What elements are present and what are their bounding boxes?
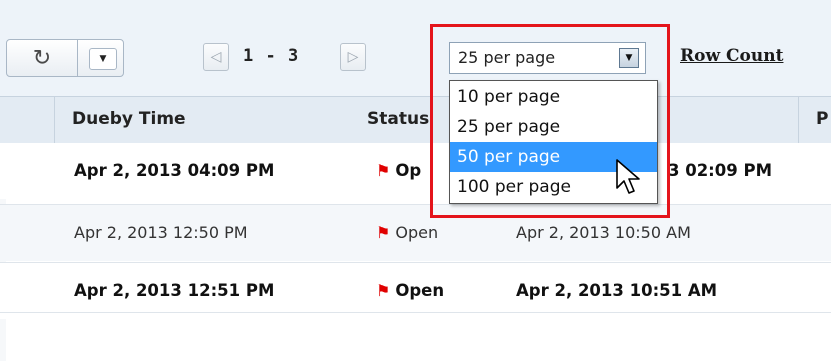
header-next-column[interactable]: P bbox=[816, 109, 828, 129]
table-row[interactable]: Apr 2, 2013 12:51 PM ⚑ Open Apr 2, 2013 1… bbox=[0, 263, 831, 319]
row-count-link[interactable]: Row Count bbox=[680, 46, 783, 66]
table-row[interactable]: Apr 2, 2013 12:50 PM ⚑ Open Apr 2, 2013 1… bbox=[0, 205, 831, 261]
header-status[interactable]: Status bbox=[367, 109, 429, 129]
table-row[interactable]: Apr 2, 2013 04:09 PM ⚑ Op 3 02:09 PM bbox=[0, 143, 831, 199]
arrow-right-icon: ▷ bbox=[347, 49, 359, 65]
row-divider bbox=[0, 312, 831, 313]
refresh-split-button: ↻ ▼ bbox=[6, 39, 124, 77]
cell-status: ⚑ Op bbox=[376, 161, 422, 180]
flag-icon: ⚑ bbox=[376, 281, 391, 300]
flag-icon: ⚑ bbox=[376, 223, 391, 242]
cell-time: 3 02:09 PM bbox=[668, 161, 773, 180]
column-separator bbox=[798, 97, 799, 143]
refresh-button[interactable]: ↻ bbox=[7, 40, 78, 76]
caret-down-icon: ▼ bbox=[99, 54, 107, 64]
mouse-cursor-icon bbox=[616, 159, 640, 194]
refresh-menu-button[interactable]: ▼ bbox=[89, 48, 117, 70]
page-range: 1 - 3 bbox=[243, 46, 300, 66]
cell-dueby-time: Apr 2, 2013 04:09 PM bbox=[74, 161, 275, 180]
arrow-left-icon: ◁ bbox=[210, 49, 222, 65]
cell-time: Apr 2, 2013 10:51 AM bbox=[516, 281, 718, 300]
column-separator bbox=[54, 97, 55, 143]
cell-dueby-time: Apr 2, 2013 12:51 PM bbox=[74, 281, 275, 300]
flag-icon: ⚑ bbox=[376, 161, 391, 180]
previous-page-button[interactable]: ◁ bbox=[203, 43, 229, 71]
refresh-icon: ↻ bbox=[32, 45, 52, 71]
cell-time: Apr 2, 2013 10:50 AM bbox=[516, 223, 691, 242]
cell-status: ⚑ Open bbox=[376, 281, 445, 300]
cell-dueby-time: Apr 2, 2013 12:50 PM bbox=[74, 223, 248, 242]
header-dueby-time[interactable]: Dueby Time bbox=[72, 109, 186, 129]
table-header: Dueby Time Status P bbox=[0, 96, 831, 144]
next-page-button[interactable]: ▷ bbox=[340, 43, 366, 71]
cell-status: ⚑ Open bbox=[376, 223, 439, 242]
